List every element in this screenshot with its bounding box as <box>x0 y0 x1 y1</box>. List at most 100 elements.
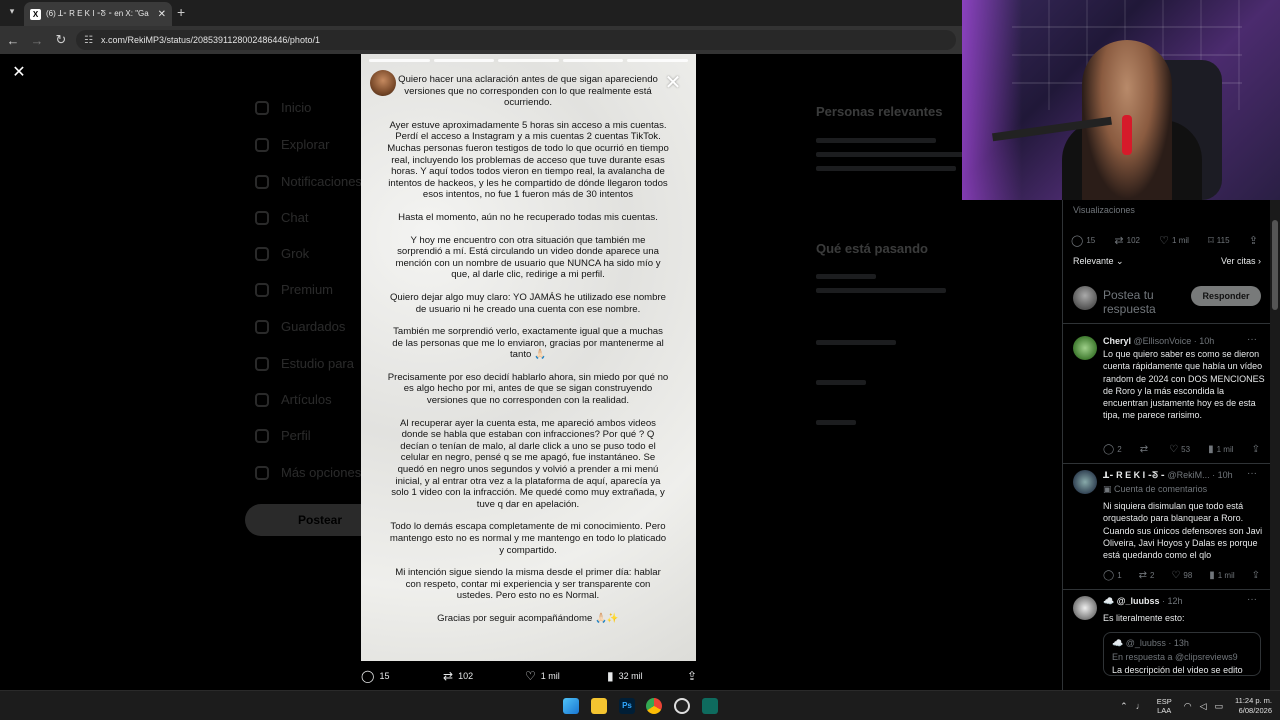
repost-stat[interactable]: ⇄ 2 <box>1139 570 1155 581</box>
placeholder-line <box>816 274 876 279</box>
nav-grok: Grok <box>255 246 309 261</box>
share-icon: ⇪ <box>1251 570 1260 581</box>
tab-search-icon[interactable]: ▾ <box>5 6 19 20</box>
photoshop-icon[interactable]: Ps <box>619 698 635 714</box>
close-tab-icon[interactable]: ✕ <box>158 9 166 20</box>
post-stats: ◯ 15 ⇄ 102 ♡ 1 mil ⌑ 115 ⇪ <box>1071 234 1261 247</box>
quote-reply-to: En respuesta a @clipsreviews9 <box>1112 652 1238 662</box>
bar-chart-icon: ▮ <box>1209 570 1215 581</box>
story-paragraph: Hasta el momento, aún no he recuperado t… <box>398 211 658 223</box>
nav-home: Inicio <box>255 100 311 115</box>
views-stat[interactable]: ▮ 1 mil <box>1208 444 1233 455</box>
avatar[interactable] <box>1073 470 1097 494</box>
bookmark-stat[interactable]: ⌑ 115 <box>1208 234 1229 247</box>
like-action[interactable]: ♡ 1 mil <box>525 669 560 683</box>
views-stat[interactable]: ▮ 1 mil <box>1209 570 1234 581</box>
wifi-icon[interactable]: ◠ <box>1184 701 1192 712</box>
share-button[interactable]: ⇪ <box>1249 234 1261 247</box>
chevron-right-icon: › <box>1255 256 1261 266</box>
reply-action[interactable]: ◯ 15 <box>361 669 389 683</box>
like-stat[interactable]: ♡ 98 <box>1171 570 1192 581</box>
more-options-icon[interactable]: ··· <box>1247 334 1257 345</box>
share-icon: ⇪ <box>1248 235 1258 247</box>
reply-stat[interactable]: ◯ 15 <box>1071 234 1095 247</box>
story-paragraph: También me sorprendió verlo, exactamente… <box>392 326 664 361</box>
repost-stat[interactable]: ⇄ 102 <box>1114 234 1140 247</box>
views-action[interactable]: ▮ 32 mil <box>607 669 643 683</box>
reply-stat[interactable]: ◯ 2 <box>1103 444 1122 455</box>
comment-header: ꓕ⁃ R E K I ⁃ᘕ ⁃ @RekiM... · 10h <box>1103 470 1233 480</box>
more-options-icon[interactable]: ··· <box>1247 468 1257 479</box>
story-paragraph: Precisamente por eso decidí hablarlo aho… <box>387 371 669 407</box>
bookmark-icon: ⌑ <box>1208 235 1214 247</box>
nav-profile: Perfil <box>255 428 311 443</box>
browser-tab[interactable]: X (6) ꓕ⁃ R E K I ⁃ᘕ ⁃ en X: "Ga ✕ <box>24 2 172 26</box>
url-text: x.com/RekiMP3/status/2085391128002486446… <box>100 35 320 45</box>
app-icon[interactable] <box>702 698 718 714</box>
search-icon <box>255 137 269 152</box>
obs-icon[interactable] <box>674 698 690 714</box>
x-logo-icon: X <box>30 8 41 20</box>
photo-story-image: ✕ Quiero hacer una aclaración antes de q… <box>361 54 696 661</box>
story-paragraph: Quiero hacer una aclaración antes de que… <box>398 74 658 109</box>
comment[interactable]: ꓕ⁃ R E K I ⁃ᘕ ⁃ @RekiM... · 10h ··· ▣ Cu… <box>1063 464 1271 590</box>
chrome-icon[interactable] <box>646 698 662 714</box>
address-bar[interactable]: ☷ x.com/RekiMP3/status/20853911280024864… <box>76 30 956 50</box>
reload-icon[interactable]: ↻ <box>50 32 72 48</box>
story-progress-bars <box>369 59 688 62</box>
reply-button[interactable]: Responder <box>1191 286 1261 306</box>
sort-dropdown[interactable]: Relevante ⌄ <box>1073 256 1124 267</box>
avatar <box>1073 286 1097 310</box>
new-tab-icon[interactable]: + <box>177 5 185 19</box>
scrollbar[interactable] <box>1270 200 1280 690</box>
repost-icon: ⇄ <box>1114 235 1124 247</box>
file-explorer-icon[interactable] <box>591 698 607 714</box>
placeholder-line <box>816 288 946 293</box>
home-icon <box>255 100 269 115</box>
repost-stat[interactable]: ⇄ <box>1140 444 1151 455</box>
more-options-icon[interactable]: ··· <box>1247 594 1257 605</box>
mic-icon[interactable]: ♩ <box>1136 701 1145 711</box>
placeholder-line <box>816 380 866 385</box>
volume-icon[interactable]: ◁ <box>1200 701 1207 712</box>
placeholder-line <box>816 340 896 345</box>
language-indicator[interactable]: ESP LAA <box>1157 697 1172 715</box>
system-tray: ⌃ ♩ ESP LAA ◠ ◁ ▭ 11:24 p. m. 6/08/2026 <box>1116 695 1272 717</box>
placeholder-line <box>816 420 856 425</box>
bookmark-icon <box>255 319 269 334</box>
share-button[interactable]: ⇪ <box>1252 570 1263 581</box>
trending-heading: Qué está pasando <box>816 241 928 256</box>
windows-start-icon[interactable] <box>563 698 579 714</box>
person-icon <box>255 428 269 443</box>
reply-stat[interactable]: ◯ 1 <box>1103 570 1122 581</box>
like-stat[interactable]: ♡ 53 <box>1169 444 1190 455</box>
repost-icon: ⇄ <box>443 669 454 683</box>
close-viewer-icon[interactable]: ✕ <box>10 64 28 82</box>
see-quotes-link[interactable]: Ver citas › <box>1221 256 1261 267</box>
premium-icon <box>255 282 269 297</box>
forward-icon[interactable]: → <box>26 33 48 48</box>
tab-title: (6) ꓕ⁃ R E K I ⁃ᘕ ⁃ en X: "Ga <box>46 9 149 18</box>
avatar[interactable] <box>1073 596 1097 620</box>
back-icon[interactable]: ← <box>2 33 24 48</box>
repost-action[interactable]: ⇄ 102 <box>443 669 473 683</box>
comment[interactable]: Cheryl @EllisonVoice · 10h ··· Lo que qu… <box>1063 330 1271 464</box>
reply-input[interactable]: Postea tu respuesta <box>1103 288 1193 316</box>
more-icon <box>255 465 269 480</box>
clock[interactable]: 11:24 p. m. 6/08/2026 <box>1235 696 1272 716</box>
quoted-post[interactable]: ☁️ @_luubss · 13h En respuesta a @clipsr… <box>1103 632 1261 676</box>
share-button[interactable]: ⇪ <box>1252 444 1263 455</box>
comment[interactable]: ☁️ @_luubss · 12h ··· Es literalmente es… <box>1063 590 1271 690</box>
nav-premium: Premium <box>255 282 333 297</box>
story-paragraph: Y hoy me encuentro con otra situación qu… <box>395 234 661 281</box>
heart-icon: ♡ <box>1159 235 1170 247</box>
avatar[interactable] <box>1073 336 1097 360</box>
battery-icon[interactable]: ▭ <box>1215 701 1224 712</box>
site-info-icon[interactable]: ☷ <box>84 35 93 46</box>
like-stat[interactable]: ♡ 1 mil <box>1159 234 1189 247</box>
scrollbar-thumb[interactable] <box>1272 220 1278 310</box>
microphone <box>1122 115 1132 155</box>
reply-icon: ◯ <box>1103 444 1115 455</box>
share-action[interactable]: ⇪ <box>687 669 702 683</box>
chevron-up-icon[interactable]: ⌃ <box>1120 701 1128 712</box>
